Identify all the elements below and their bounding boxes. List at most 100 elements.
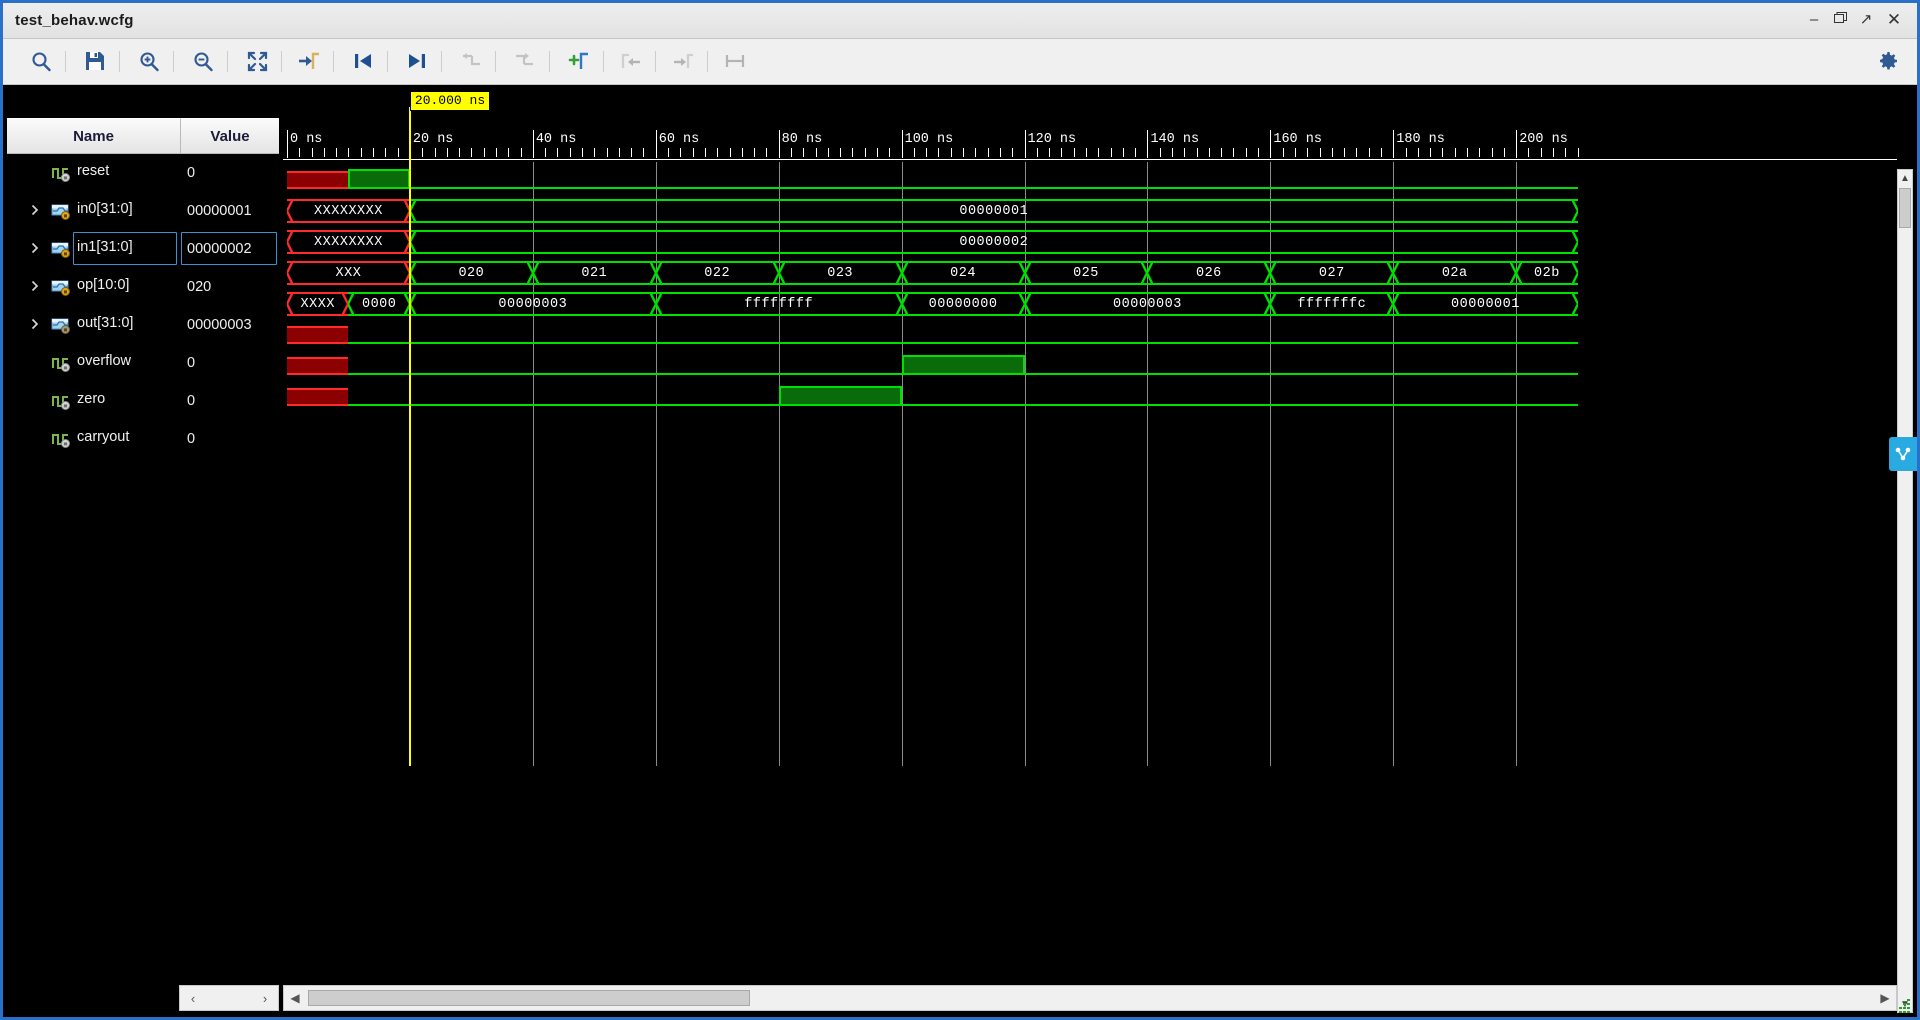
signal-row-reset[interactable]: reset 0	[7, 154, 279, 192]
waveform-row-reset[interactable]	[283, 165, 1897, 196]
snap-to-transition-icon[interactable]	[719, 45, 751, 77]
maximize-icon[interactable]	[1829, 9, 1851, 31]
bus-value-label: XXX	[335, 265, 362, 281]
signal-row-zero[interactable]: zero 0	[7, 382, 279, 420]
goto-time-icon[interactable]	[293, 45, 325, 77]
signal-value-cell[interactable]: 020	[181, 268, 279, 306]
protocol-badge[interactable]	[1889, 437, 1917, 471]
signal-value-cell[interactable]: 0	[181, 154, 279, 192]
signal-name-cell[interactable]: carryout	[7, 420, 181, 458]
waveform-panel[interactable]: 20.000 ns 0 ns 20 ns 40 ns 60 ns 80 ns 100 ns…	[283, 85, 1897, 1017]
next-transition-icon[interactable]	[401, 45, 433, 77]
signal-value-cell[interactable]: 0	[181, 382, 279, 420]
ruler-minor-tick	[385, 148, 387, 157]
resize-grip-icon[interactable]	[1899, 999, 1911, 1013]
bus-segment: 00000003	[1024, 292, 1271, 316]
ruler-minor-tick	[1356, 148, 1358, 157]
signal-name-cell[interactable]: overflow	[7, 344, 181, 382]
ruler-minor-tick	[1528, 148, 1530, 157]
ruler-minor-tick	[1344, 148, 1346, 157]
minimize-icon[interactable]: –	[1803, 9, 1825, 31]
signal-value-cell[interactable]: 00000002	[181, 230, 279, 268]
cursor-line[interactable]	[408, 107, 411, 766]
signal-row-in0310[interactable]: in0[31:0] 00000001	[7, 192, 279, 230]
expand-chevron-icon[interactable]	[29, 279, 43, 295]
bus-segment: 020	[409, 261, 533, 285]
ruler-minor-tick	[1282, 148, 1284, 157]
signal-row-overflow[interactable]: overflow 0	[7, 344, 279, 382]
marker-left-icon[interactable]	[615, 45, 647, 77]
horizontal-scrollbar[interactable]: ◀ ▶	[283, 985, 1897, 1011]
signal-name-cell[interactable]: out[31:0]	[7, 306, 181, 344]
close-icon[interactable]: ✕	[1883, 9, 1905, 31]
waveform-canvas: 20.000 ns 0 ns 20 ns 40 ns 60 ns 80 ns 100 ns…	[283, 85, 1897, 1017]
name-panel-scroll-right-icon[interactable]: ›	[252, 986, 278, 1010]
marker-right-icon[interactable]	[667, 45, 699, 77]
signal-low-segment	[409, 187, 1578, 189]
zoom-out-icon[interactable]	[187, 45, 219, 77]
signal-name-cell[interactable]: reset	[7, 154, 181, 192]
vertical-scrollbar[interactable]: ▲ ▼	[1897, 169, 1913, 1013]
settings-gear-icon[interactable]	[1873, 46, 1903, 76]
add-marker-icon[interactable]	[563, 45, 595, 77]
signal-value-cell[interactable]: 0	[181, 420, 279, 458]
waveform-row-in1310[interactable]: XXXXXXXX 00000002	[283, 227, 1897, 258]
save-icon[interactable]	[79, 45, 111, 77]
signal-name-cell[interactable]: zero	[7, 382, 181, 420]
ruler-minor-tick	[1540, 148, 1542, 157]
expand-chevron-icon[interactable]	[29, 203, 43, 219]
ruler-minor-tick	[508, 148, 510, 157]
scroll-up-icon[interactable]: ▲	[1898, 170, 1912, 186]
signal-low-segment	[348, 373, 902, 375]
vertical-scroll-thumb[interactable]	[1899, 188, 1911, 228]
window-title: test_behav.wcfg	[15, 12, 134, 29]
waveform-row-in0310[interactable]: XXXXXXXX 00000001	[283, 196, 1897, 227]
signal-row-out310[interactable]: out[31:0] 00000003	[7, 306, 279, 344]
ruler-minor-tick	[1380, 148, 1382, 157]
waveform-row-zero[interactable]	[283, 351, 1897, 382]
ruler-minor-tick	[1172, 148, 1174, 157]
next-marker-icon[interactable]	[509, 45, 541, 77]
signal-value-cell[interactable]: 00000003	[181, 306, 279, 344]
ruler-minor-tick	[1442, 148, 1444, 157]
name-panel-hscroll[interactable]: ‹ ›	[179, 985, 279, 1011]
column-header-value[interactable]: Value	[181, 118, 279, 154]
signal-edge	[901, 355, 904, 375]
title-bar: test_behav.wcfg – ↗ ✕	[3, 3, 1917, 39]
signal-value-label: 0	[187, 355, 196, 371]
ruler-minor-tick	[963, 148, 965, 157]
signal-list-panel: Name Value reset 0 in0[31:0] 00000001 in1[31…	[7, 85, 279, 1017]
column-header-name[interactable]: Name	[7, 118, 181, 154]
signal-value-cell[interactable]: 0	[181, 344, 279, 382]
signal-row-carryout[interactable]: carryout 0	[7, 420, 279, 458]
signal-value-cell[interactable]: 00000001	[181, 192, 279, 230]
signal-name-cell[interactable]: in1[31:0]	[7, 230, 181, 268]
scroll-right-icon[interactable]: ▶	[1876, 989, 1894, 1007]
previous-transition-icon[interactable]	[347, 45, 379, 77]
zoom-in-icon[interactable]	[133, 45, 165, 77]
expand-chevron-icon[interactable]	[29, 241, 43, 257]
zoom-fit-icon[interactable]	[241, 45, 273, 77]
ruler-minor-tick	[483, 148, 485, 157]
ruler-tick-label: 100 ns	[904, 132, 954, 147]
waveform-row-out310[interactable]: XXXX 0000 00000003 ffffffff 00000000 00000003…	[283, 289, 1897, 320]
waveform-row-overflow[interactable]	[283, 320, 1897, 351]
waveform-row-op100[interactable]: XXX 020 021 022 023 024 025 026 027 02a 02b	[283, 258, 1897, 289]
scroll-left-icon[interactable]: ◀	[286, 989, 304, 1007]
restore-icon[interactable]: ↗	[1855, 9, 1877, 31]
time-ruler[interactable]: 0 ns 20 ns 40 ns 60 ns 80 ns 100 ns 120 ns 140 …	[283, 130, 1897, 162]
ruler-minor-tick	[1184, 148, 1186, 157]
previous-marker-icon[interactable]	[455, 45, 487, 77]
bus-value-label: XXXXXXXX	[314, 234, 383, 250]
ruler-minor-tick	[926, 148, 928, 157]
search-icon[interactable]	[25, 45, 57, 77]
signal-name-cell[interactable]: op[10:0]	[7, 268, 181, 306]
name-panel-scroll-left-icon[interactable]: ‹	[180, 986, 206, 1010]
signal-row-in1310[interactable]: in1[31:0] 00000002	[7, 230, 279, 268]
signal-name-cell[interactable]: in0[31:0]	[7, 192, 181, 230]
waveform-row-carryout[interactable]	[283, 382, 1897, 413]
horizontal-scroll-thumb[interactable]	[308, 990, 750, 1006]
signal-name-label: in1[31:0]	[77, 239, 133, 255]
expand-chevron-icon[interactable]	[29, 317, 43, 333]
signal-row-op100[interactable]: op[10:0] 020	[7, 268, 279, 306]
